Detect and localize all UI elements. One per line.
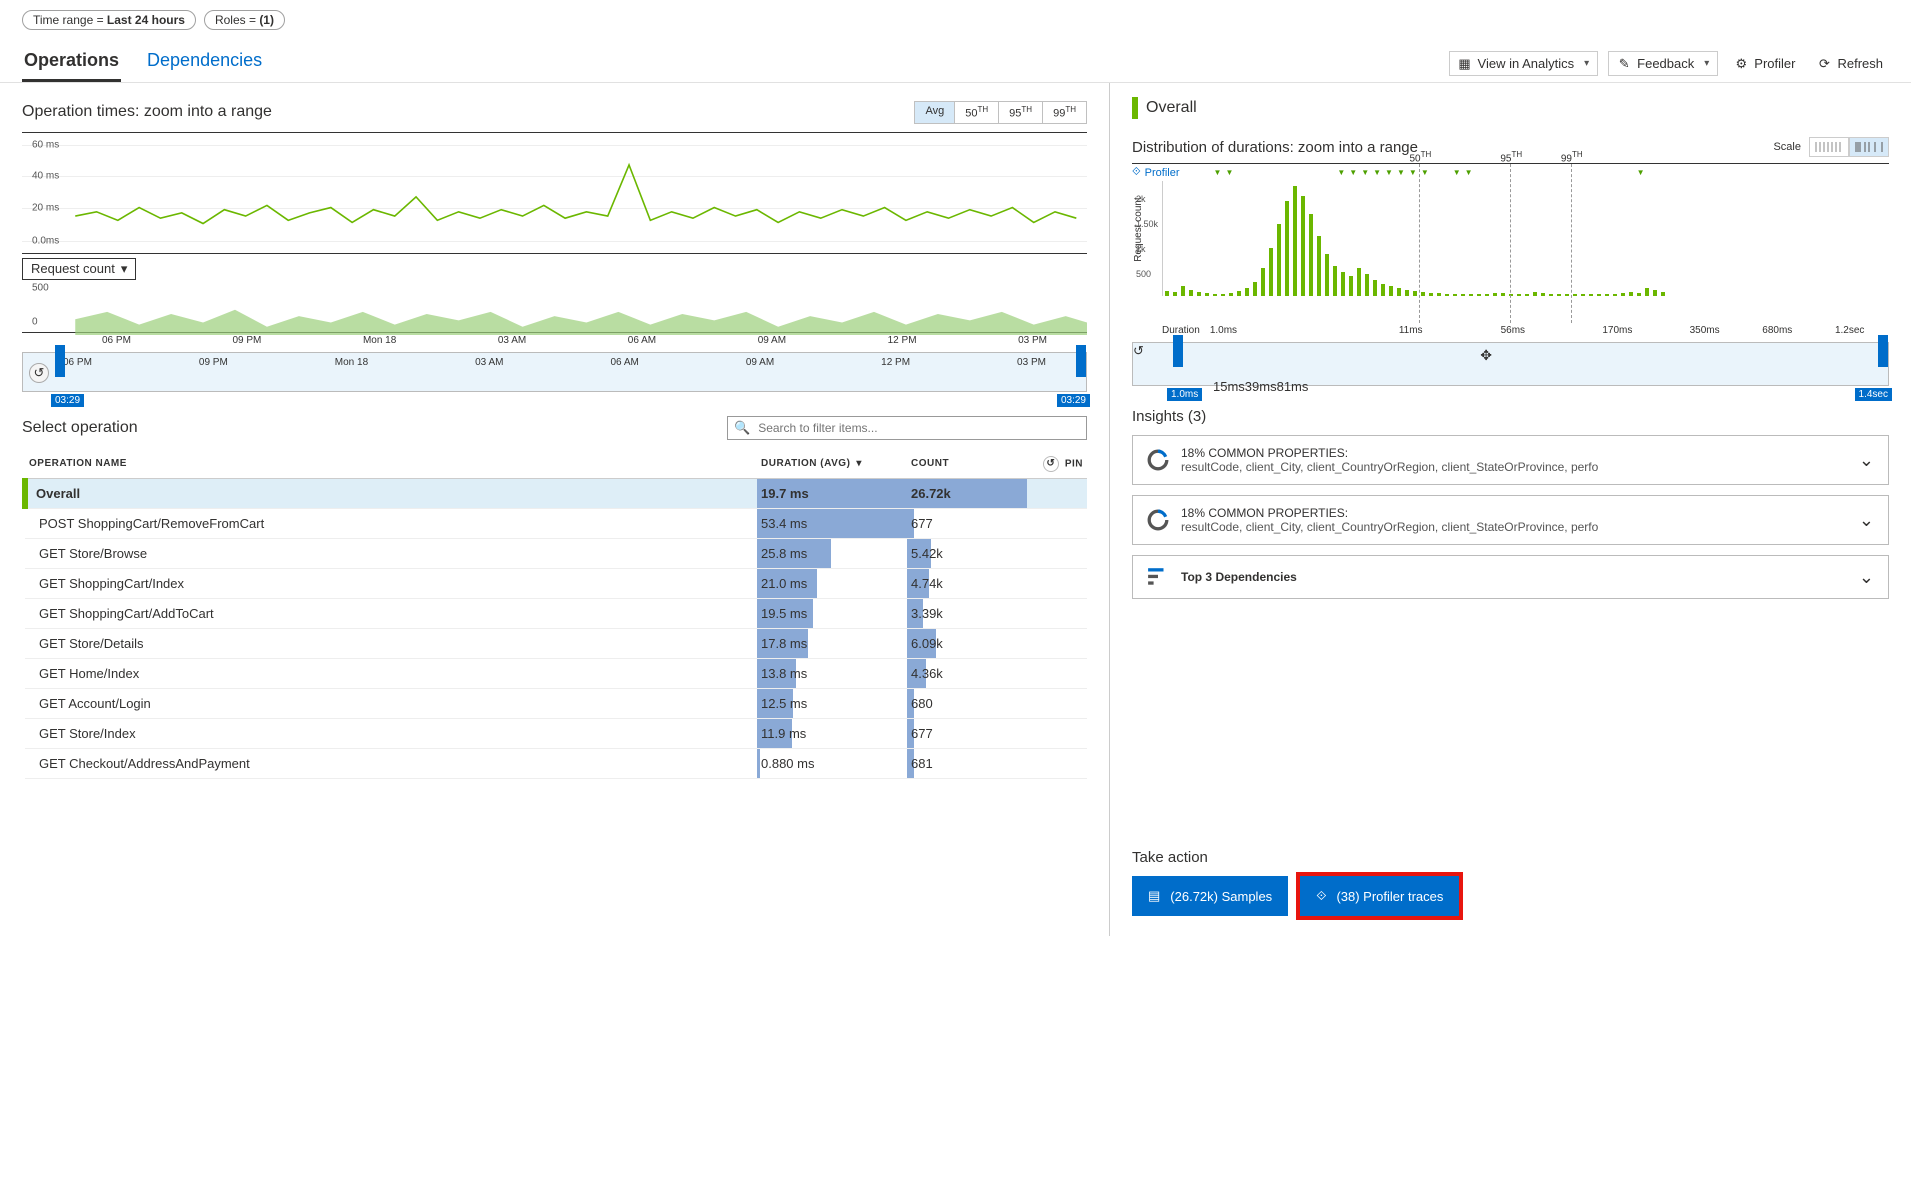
chevron-down-icon: ▾ [121,261,128,277]
feedback-button[interactable]: ✎ Feedback ▾ [1608,51,1718,76]
table-row[interactable]: GET Checkout/AddressAndPayment0.880 ms68… [25,748,1087,778]
table-row[interactable]: GET Store/Browse25.8 ms5.42k [25,538,1087,568]
chevron-down-icon[interactable]: ▾ [856,458,862,469]
op-times-time-slider[interactable]: ↺ 06 PM09 PMMon 1803 AM06 AM09 AM12 PM03… [22,352,1087,392]
operation-times-chart[interactable]: 60 ms 40 ms 20 ms 0.0ms [22,133,1087,253]
filter-time-range[interactable]: Time range = Last 24 hours [22,10,196,30]
chevron-down-icon: ⌄ [1859,450,1874,471]
list-icon: ▤ [1148,888,1160,904]
tab-dependencies[interactable]: Dependencies [145,44,264,82]
undo-icon[interactable]: ↺ [1133,343,1888,359]
filter-roles[interactable]: Roles = (1) [204,10,285,30]
table-row[interactable]: GET Account/Login12.5 ms680 [25,688,1087,718]
distribution-x-axis: Duration 1.0ms 11ms 56ms 170ms 350ms 680… [1162,323,1889,336]
profiler-button[interactable]: ⚙ Profiler [1728,52,1801,75]
profiler-traces-button[interactable]: ⟐ (38) Profiler traces [1300,876,1459,916]
insight-card-3[interactable]: Top 3 Dependencies ⌄ [1132,555,1889,599]
chevron-down-icon: ⌄ [1859,510,1874,531]
table-row[interactable]: GET ShoppingCart/Index21.0 ms4.74k [25,568,1087,598]
refresh-icon: ⟳ [1817,57,1831,71]
search-icon: 🔍 [734,420,750,436]
tab-operations[interactable]: Operations [22,44,121,82]
table-row[interactable]: POST ShoppingCart/RemoveFromCart53.4 ms6… [25,508,1087,538]
table-row[interactable]: GET Home/Index13.8 ms4.36k [25,658,1087,688]
profiler-icon: ⟐ [1132,166,1141,179]
collapse-icon[interactable]: ✥ [1480,347,1492,364]
table-row[interactable]: Overall19.7 ms26.72k [25,478,1087,508]
table-row[interactable]: GET Store/Index11.9 ms677 [25,718,1087,748]
undo-icon[interactable]: ↺ [1043,456,1059,472]
overall-indicator [1132,97,1138,119]
refresh-button[interactable]: ⟳ Refresh [1811,52,1889,75]
distribution-chart[interactable]: ⟐Profiler ▼▼ ▼▼▼▼▼▼▼▼ ▼▼ ▼ Request count… [1132,163,1889,323]
pie-icon [1147,449,1169,471]
undo-icon[interactable]: ↺ [29,363,49,383]
toggle-99th[interactable]: 99TH [1043,102,1086,123]
slider-handle-start[interactable] [55,345,65,377]
table-row[interactable]: GET Store/Details17.8 ms6.09k [25,628,1087,658]
take-action-title: Take action [1132,849,1889,866]
table-row[interactable]: GET ShoppingCart/AddToCart19.5 ms3.39k [25,598,1087,628]
trace-icon: ⟐ [1316,888,1326,904]
slider-handle-end[interactable] [1076,345,1086,377]
bars-icon [1147,566,1169,588]
chevron-down-icon: ⌄ [1859,567,1874,588]
analytics-icon: ▦ [1458,57,1472,71]
scale-label: Scale [1773,141,1801,153]
select-operation-title: Select operation [22,419,138,437]
toggle-50th[interactable]: 50TH [955,102,999,123]
insight-card-2[interactable]: 18% COMMON PROPERTIES: resultCode, clien… [1132,495,1889,545]
toggle-avg[interactable]: Avg [915,102,955,123]
samples-button[interactable]: ▤ (26.72k) Samples [1132,876,1288,916]
request-count-chart[interactable]: 500 0 [22,282,1087,332]
insight-card-1[interactable]: 18% COMMON PROPERTIES: resultCode, clien… [1132,435,1889,485]
operation-times-title: Operation times: zoom into a range [22,103,272,121]
distribution-title: Distribution of durations: zoom into a r… [1132,139,1418,156]
pie-icon [1147,509,1169,531]
chevron-down-icon: ▾ [1704,58,1709,69]
scale-log-button[interactable] [1849,137,1889,157]
percentile-toggle-group: Avg 50TH 95TH 99TH [914,101,1087,124]
overall-label: Overall [1146,99,1197,117]
operations-table: OPERATION NAME DURATION (AVG)▾ COUNT ↺PI… [22,450,1087,779]
search-input-wrapper[interactable]: 🔍 [727,416,1087,440]
scale-linear-button[interactable] [1809,137,1849,157]
distribution-slider[interactable]: ↺ ✥ 15ms39ms81ms 1.0ms 1.4sec [1132,342,1889,386]
dist-slider-start[interactable] [1173,335,1183,367]
view-in-analytics-button[interactable]: ▦ View in Analytics ▾ [1449,51,1599,76]
search-input[interactable] [756,420,1080,436]
toggle-95th[interactable]: 95TH [999,102,1043,123]
feedback-icon: ✎ [1617,57,1631,71]
chevron-down-icon: ▾ [1584,58,1589,69]
dist-slider-end[interactable] [1878,335,1888,367]
insights-title: Insights (3) [1132,408,1889,425]
request-count-dropdown[interactable]: Request count▾ [22,258,136,280]
gear-icon: ⚙ [1734,57,1748,71]
